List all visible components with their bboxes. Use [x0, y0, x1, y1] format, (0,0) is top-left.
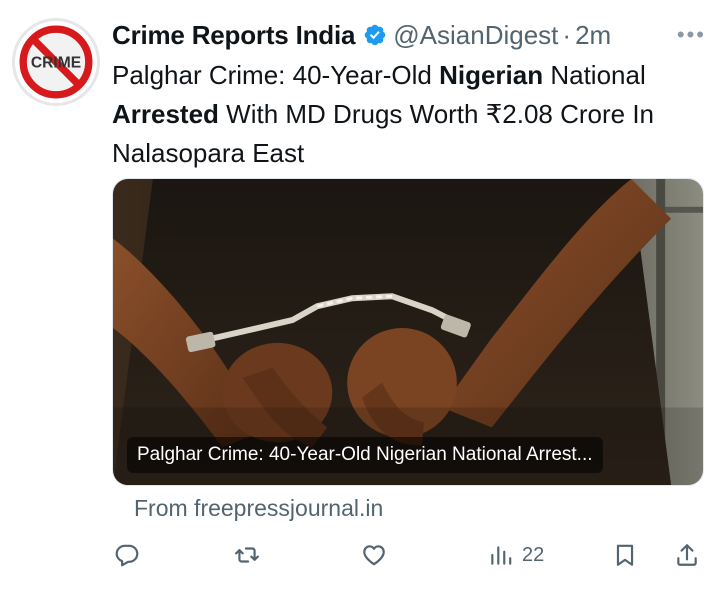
- retweet-button[interactable]: [234, 536, 260, 574]
- link-card[interactable]: Palghar Crime: 40-Year-Old Nigerian Nati…: [112, 178, 704, 486]
- views-button[interactable]: 22: [488, 536, 544, 574]
- bookmark-icon: [616, 544, 634, 566]
- tweet-text-segment: Palghar Crime: 40-Year-Old: [112, 60, 440, 90]
- verified-badge-icon: [363, 23, 387, 47]
- tweet-text: Palghar Crime: 40-Year-Old Nigerian Nati…: [112, 56, 707, 173]
- separator-dot: ·: [562, 19, 572, 50]
- tweet-text-segment: National: [543, 60, 646, 90]
- reply-icon: [115, 544, 139, 567]
- display-name[interactable]: Crime Reports India: [112, 20, 355, 51]
- share-button[interactable]: [674, 536, 700, 574]
- tweet-text-bold-segment: Arrested: [112, 99, 219, 129]
- views-count: 22: [522, 543, 545, 566]
- no-crime-sign-icon: CRIME: [15, 21, 97, 103]
- timestamp[interactable]: 2m: [575, 20, 611, 51]
- tweet-header: Crime Reports India @AsianDigest · 2m ••…: [112, 16, 706, 54]
- views-icon: [491, 546, 512, 565]
- card-title: Palghar Crime: 40-Year-Old Nigerian Nati…: [127, 437, 603, 473]
- action-bar: 22: [112, 536, 704, 574]
- bookmark-button[interactable]: [612, 536, 638, 574]
- tweet-text-bold-segment: Nigerian: [439, 60, 544, 90]
- retweet-icon: [235, 547, 259, 563]
- like-icon: [363, 545, 385, 566]
- card-source-link[interactable]: From freepressjournal.in: [134, 495, 383, 522]
- like-button[interactable]: [361, 536, 387, 574]
- share-icon: [677, 544, 697, 566]
- avatar[interactable]: CRIME: [12, 18, 100, 106]
- reply-button[interactable]: [114, 536, 140, 574]
- avatar-text: CRIME: [31, 55, 81, 72]
- more-icon[interactable]: •••: [677, 24, 706, 46]
- user-handle[interactable]: @AsianDigest: [393, 20, 558, 51]
